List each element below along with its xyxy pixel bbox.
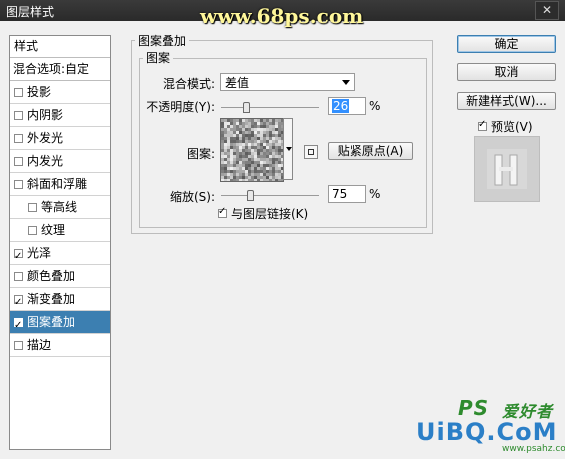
opacity-value: 26 (332, 99, 350, 113)
preview-thumbnail-icon (487, 149, 527, 189)
link-with-layer-label: 与图层链接(K) (231, 207, 309, 221)
scale-label: 缩放(S): (169, 190, 215, 204)
logo-ps: PS (458, 396, 490, 420)
opacity-percent: % (369, 99, 381, 113)
style-item-checkbox[interactable] (14, 340, 23, 350)
style-item[interactable]: 内阴影 (10, 104, 110, 127)
opacity-slider-track[interactable] (221, 107, 319, 108)
style-item[interactable]: 等高线 (10, 196, 110, 219)
logo-sub: 爱好者 (502, 402, 554, 421)
pattern-label: 图案: (186, 147, 215, 161)
style-item[interactable]: 纹理 (10, 219, 110, 242)
pattern-swatch[interactable] (220, 118, 284, 182)
blend-mode-value: 差值 (225, 76, 250, 90)
window-title: 图层样式 (6, 5, 55, 19)
link-with-layer-checkbox[interactable] (218, 206, 227, 218)
opacity-slider-thumb[interactable] (243, 102, 251, 113)
blend-options-item[interactable]: 混合选项:自定 (10, 58, 110, 81)
link-with-layer-option[interactable]: 与图层链接(K) (218, 205, 308, 222)
watermark-text: www.68ps.com (200, 4, 364, 28)
style-item[interactable]: 颜色叠加 (10, 265, 110, 288)
style-item-label: 纹理 (41, 223, 66, 237)
close-button[interactable]: ✕ (535, 1, 559, 20)
scale-input[interactable]: 75 (328, 185, 366, 203)
style-item-label: 斜面和浮雕 (27, 177, 88, 191)
style-item-checkbox[interactable] (14, 133, 23, 143)
ok-button[interactable]: 确定 (457, 35, 556, 53)
style-item-checkbox[interactable] (14, 156, 23, 166)
preview-label: 预览(V) (491, 120, 533, 134)
style-item[interactable]: 斜面和浮雕 (10, 173, 110, 196)
style-item[interactable]: 图案叠加 (10, 311, 110, 337)
opacity-input[interactable]: 26 (328, 97, 366, 115)
chevron-down-icon (342, 80, 350, 85)
preview-option[interactable]: 预览(V) (478, 118, 533, 135)
pattern-picker-dropdown[interactable] (283, 118, 293, 180)
style-item-checkbox[interactable] (28, 202, 37, 212)
chevron-down-icon (286, 147, 292, 151)
section-title: 图案叠加 (135, 32, 190, 49)
style-item-checkbox[interactable] (14, 271, 23, 281)
style-item-checkbox[interactable] (14, 292, 23, 314)
style-item-label: 描边 (27, 338, 52, 352)
styles-header[interactable]: 样式 (10, 36, 110, 58)
scale-percent: % (369, 187, 381, 201)
opacity-label: 不透明度(Y): (146, 100, 215, 114)
scale-value: 75 (332, 187, 348, 201)
style-item-label: 内发光 (27, 154, 64, 168)
style-item-label: 颜色叠加 (27, 269, 76, 283)
style-item-checkbox[interactable] (14, 179, 23, 189)
logo-text: UiBQ.CoM (416, 418, 558, 446)
preview-checkbox[interactable] (478, 119, 487, 131)
scale-slider-thumb[interactable] (247, 190, 255, 201)
scale-slider-track[interactable] (221, 195, 319, 196)
blend-mode-label: 混合模式: (162, 77, 215, 91)
style-item-label: 内阴影 (27, 108, 64, 122)
pattern-overlay-section: 图案叠加 图案 混合模式: 差值 不透明度(Y): 26 % 图案: 贴紧原点(… (125, 32, 445, 447)
style-item[interactable]: 投影 (10, 81, 110, 104)
style-item-checkbox[interactable] (14, 87, 23, 97)
style-item-checkbox[interactable] (28, 225, 37, 235)
style-item[interactable]: 光泽 (10, 242, 110, 268)
style-item-label: 图案叠加 (27, 315, 76, 329)
new-preset-button[interactable] (304, 145, 318, 159)
styles-list: 样式 混合选项:自定 投影内阴影外发光内发光斜面和浮雕等高线纹理光泽颜色叠加渐变… (9, 35, 111, 450)
noise-pattern-icon (221, 119, 283, 181)
style-item[interactable]: 渐变叠加 (10, 288, 110, 314)
style-item-checkbox[interactable] (14, 246, 23, 268)
style-item-label: 光泽 (27, 246, 52, 260)
site-url: www.psahz.com (502, 444, 565, 454)
style-item[interactable]: 外发光 (10, 127, 110, 150)
new-style-button[interactable]: 新建样式(W)... (457, 92, 556, 110)
style-item-label: 外发光 (27, 131, 64, 145)
style-item[interactable]: 内发光 (10, 150, 110, 173)
style-item-label: 渐变叠加 (27, 292, 76, 306)
group-title: 图案 (143, 49, 174, 66)
style-preview (474, 136, 540, 202)
blend-mode-select[interactable]: 差值 (220, 73, 355, 91)
style-item-label: 投影 (27, 85, 52, 99)
style-item-label: 等高线 (41, 200, 78, 214)
site-logo: UiBQ.CoM PS 爱好者 (416, 396, 558, 446)
style-item[interactable]: 描边 (10, 334, 110, 357)
snap-to-origin-button[interactable]: 贴紧原点(A) (328, 142, 413, 160)
cancel-button[interactable]: 取消 (457, 63, 556, 81)
style-item-checkbox[interactable] (14, 110, 23, 120)
style-item-checkbox[interactable] (14, 315, 23, 337)
